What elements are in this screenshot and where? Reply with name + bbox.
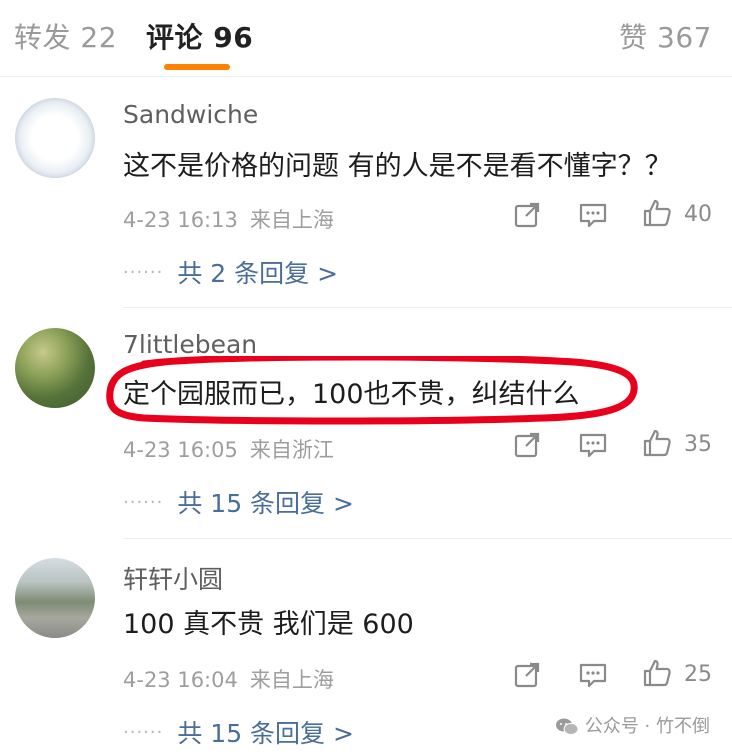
- reply-thread-link[interactable]: ······ 共 15 条回复 >: [123, 714, 354, 750]
- watermark: 公众号 · 竹不倒: [555, 712, 710, 738]
- comment-time: 4-23 16:05: [123, 438, 238, 462]
- comment-icon[interactable]: [578, 660, 608, 690]
- comment-meta: 4-23 16:05 来自浙江: [123, 434, 334, 464]
- comment-icon[interactable]: [578, 430, 608, 460]
- comment-tabs: 转发 22 评论 96 赞 367: [0, 0, 732, 77]
- like-icon[interactable]: [642, 198, 672, 228]
- comment-username[interactable]: Sandwiche: [123, 100, 258, 129]
- comment-meta: 4-23 16:04 来自上海: [123, 664, 334, 694]
- comment-username[interactable]: 轩轩小圆: [123, 560, 223, 596]
- like-count: 25: [684, 662, 712, 687]
- watermark-text: 公众号 · 竹不倒: [584, 716, 710, 737]
- avatar[interactable]: [15, 558, 95, 638]
- avatar[interactable]: [15, 98, 95, 178]
- reply-dots: ······: [123, 721, 164, 743]
- comment-text: 100 真不贵 我们是 600: [123, 609, 414, 640]
- divider: [123, 538, 732, 539]
- like-icon[interactable]: [642, 658, 672, 688]
- reply-thread-link[interactable]: ······ 共 15 条回复 >: [123, 484, 354, 520]
- reply-count-link[interactable]: 共 15 条回复 >: [177, 719, 354, 748]
- comment-item: Sandwiche 这不是价格的问题 有的人是不是看不懂字？？ 4-23 16:…: [0, 76, 732, 308]
- reply-dots: ······: [123, 491, 164, 513]
- reply-dots: ······: [123, 261, 164, 283]
- tab-likes[interactable]: 赞 367: [619, 16, 712, 56]
- wechat-icon: [555, 718, 579, 735]
- share-icon[interactable]: [512, 200, 542, 230]
- comment-username[interactable]: 7littlebean: [123, 330, 257, 359]
- avatar[interactable]: [15, 328, 95, 408]
- comment-time: 4-23 16:04: [123, 668, 238, 692]
- reply-count-link[interactable]: 共 15 条回复 >: [177, 489, 354, 518]
- active-tab-indicator: [164, 64, 230, 70]
- comment-meta: 4-23 16:13 来自上海: [123, 204, 334, 234]
- comment-item: 7littlebean 定个园服而已，100也不贵，纠结什么 4-23 16:0…: [0, 308, 732, 540]
- tab-reposts[interactable]: 转发 22: [14, 16, 117, 56]
- comment-location: 来自上海: [249, 208, 334, 232]
- comment-text: 定个园服而已，100也不贵，纠结什么: [123, 379, 580, 410]
- tab-comments[interactable]: 评论 96: [146, 16, 253, 56]
- reply-count-link[interactable]: 共 2 条回复 >: [177, 259, 338, 288]
- share-icon[interactable]: [512, 430, 542, 460]
- comment-time: 4-23 16:13: [123, 208, 238, 232]
- share-icon[interactable]: [512, 660, 542, 690]
- reply-thread-link[interactable]: ······ 共 2 条回复 >: [123, 254, 338, 290]
- like-icon[interactable]: [642, 428, 672, 458]
- comment-location: 来自上海: [249, 668, 334, 692]
- comment-location: 来自浙江: [249, 438, 334, 462]
- comment-icon[interactable]: [578, 200, 608, 230]
- like-count: 40: [684, 202, 712, 227]
- like-count: 35: [684, 432, 712, 457]
- comment-text: 这不是价格的问题 有的人是不是看不懂字？？: [123, 151, 672, 182]
